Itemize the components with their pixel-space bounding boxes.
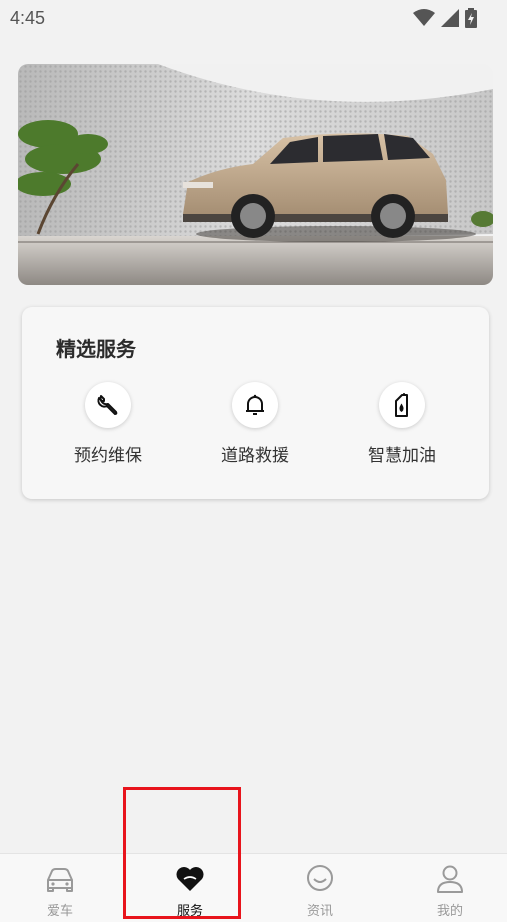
tab-my-car[interactable]: 爱车 <box>0 854 120 922</box>
services-title: 精选服务 <box>56 337 136 361</box>
chat-icon <box>260 862 380 896</box>
bell-icon <box>232 382 278 428</box>
service-smart-refuel[interactable]: 智慧加油 <box>342 382 462 472</box>
status-time: 4:45 <box>10 8 46 28</box>
service-roadside-assistance[interactable]: 道路救援 <box>195 382 315 472</box>
service-label: 智慧加油 <box>368 446 436 466</box>
tab-news[interactable]: 资讯 <box>260 854 380 922</box>
bottom-tab-bar: 爱车 服务 资讯 我的 <box>0 853 507 922</box>
service-label: 道路救援 <box>221 446 289 466</box>
tab-label: 爱车 <box>46 904 73 919</box>
service-label: 预约维保 <box>74 446 142 466</box>
tab-profile[interactable]: 我的 <box>390 854 507 922</box>
tab-services[interactable]: 服务 <box>130 854 250 922</box>
fuel-can-icon <box>379 382 425 428</box>
hero-car-image <box>18 64 493 285</box>
battery-icon <box>465 8 477 28</box>
car-icon <box>0 862 120 896</box>
status-bar: 4:45 <box>0 0 507 36</box>
signal-icon <box>441 9 459 27</box>
wifi-icon <box>413 9 435 26</box>
hero-banner[interactable] <box>18 64 493 285</box>
wrench-icon <box>85 382 131 428</box>
service-maintenance-booking[interactable]: 预约维保 <box>48 382 168 472</box>
heart-icon <box>130 862 250 896</box>
person-icon <box>390 862 507 896</box>
tab-label: 资讯 <box>306 904 333 919</box>
tab-label: 服务 <box>176 904 203 919</box>
tab-label: 我的 <box>436 904 463 919</box>
status-icons <box>413 8 477 28</box>
services-card: 精选服务 预约维保 道路救援 智慧加油 <box>22 307 489 499</box>
